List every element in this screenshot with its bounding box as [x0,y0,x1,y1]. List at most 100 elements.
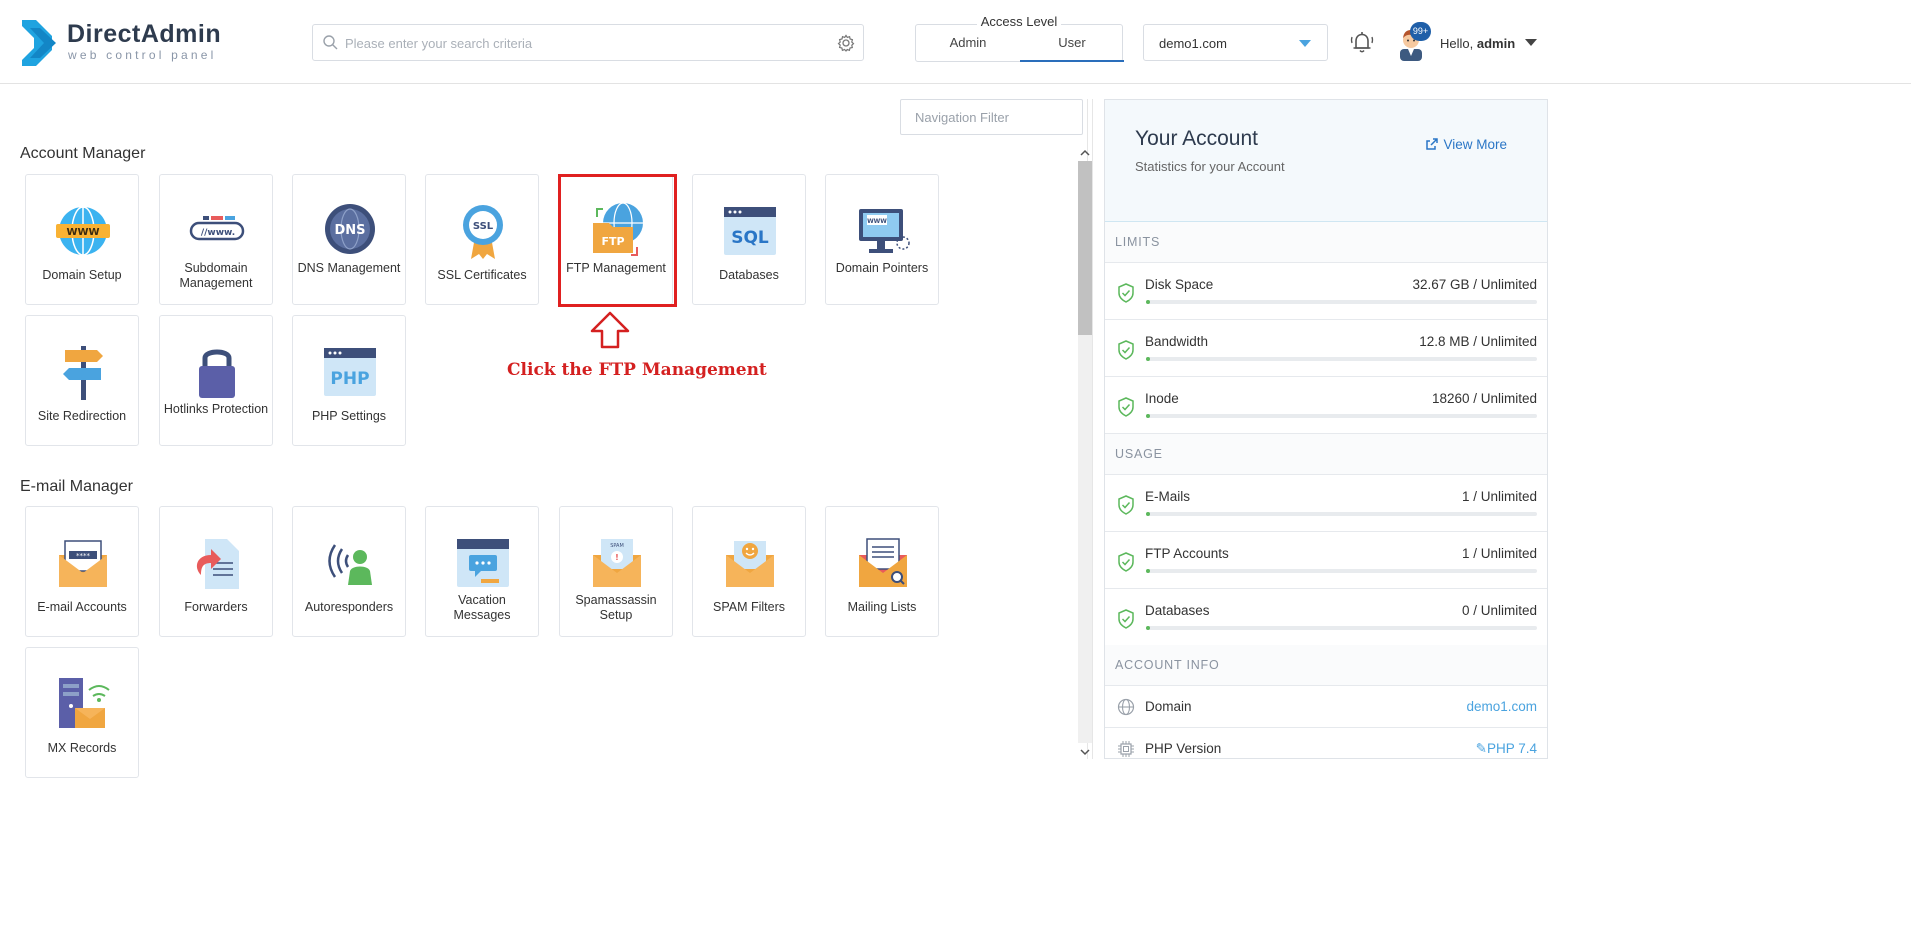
stat-name: FTP Accounts [1145,546,1229,561]
user-menu-chevron-down-icon[interactable] [1525,39,1537,46]
svg-text:SQL: SQL [731,228,769,248]
tile-label: Hotlinks Protection [163,402,269,416]
tile-label: Mailing Lists [847,600,917,614]
chevron-down-icon [1299,40,1311,47]
your-account-panel: Your Account Statistics for your Account… [1104,99,1548,759]
user-greeting[interactable]: Hello, admin [1440,36,1515,51]
account-panel-header: Your Account Statistics for your Account… [1105,100,1547,222]
search-settings-gear-icon[interactable] [837,34,855,52]
tile-label: Vacation Messages [453,593,511,622]
envelope-password-icon: **** [59,540,107,587]
scrollbar-thumb[interactable] [1078,161,1092,335]
usage-progress-fill [1146,512,1150,516]
svg-text://www.: //www. [201,228,235,238]
shield-check-icon [1118,495,1134,515]
autoresponders-tile[interactable]: Autoresponders [292,506,406,637]
username: admin [1476,36,1516,51]
spamassassin-setup-tile[interactable]: SPAM ! Spamassassin Setup [559,506,673,637]
notification-bell-icon[interactable] [1348,28,1376,56]
info-name: Domain [1145,699,1192,714]
svg-text:DNS: DNS [334,223,365,238]
brand-logo[interactable]: DirectAdmin web control panel [22,20,242,66]
info-row-domain: Domain demo1.com [1105,686,1547,728]
usage-progress-bar [1146,569,1537,573]
usage-progress-bar [1146,300,1537,304]
stat-value: 18260 / Unlimited [1431,391,1537,406]
usage-progress-bar [1146,357,1537,361]
top-header: DirectAdmin web control panel Access Lev… [0,0,1911,84]
globe-outline-icon [1117,698,1135,716]
tile-label: Domain Setup [42,268,122,282]
databases-tile[interactable]: SQL Databases [692,174,806,305]
dns-globe-icon: DNS [325,204,375,254]
stat-row-inode: Inode 18260 / Unlimited [1105,377,1547,434]
domain-dropdown-value: demo1.com [1159,36,1227,51]
account-panel-subtitle: Statistics for your Account [1135,159,1285,174]
php-settings-tile[interactable]: PHP PHP Settings [292,315,406,446]
up-arrow-annotation-icon [590,311,630,349]
stat-row-databases: Databases 0 / Unlimited [1105,589,1547,646]
shield-check-icon [1118,552,1134,572]
svg-text:PHP: PHP [330,369,369,389]
view-more-link[interactable]: View More [1425,137,1507,152]
subdomain-management-tile[interactable]: //www. Subdomain Management [159,174,273,305]
info-row-php-version: PHP Version ✎PHP 7.4 [1105,728,1547,758]
usage-progress-fill [1146,357,1150,361]
usage-progress-fill [1146,569,1150,573]
globe-www-icon: WWW [56,206,110,256]
person-signal-icon [328,544,372,585]
chat-window-icon [457,539,509,587]
email-manager-heading: E-mail Manager [20,478,133,495]
domain-setup-tile[interactable]: WWW Domain Setup [25,174,139,305]
email-accounts-tile[interactable]: **** E-mail Accounts [25,506,139,637]
tile-label: Subdomain Management [179,261,253,290]
content-scrollbar[interactable] [1076,145,1092,759]
instruction-callout: Click the FTP Management [507,360,767,380]
navigation-filter[interactable] [900,99,1083,135]
spam-filters-tile[interactable]: SPAM Filters [692,506,806,637]
access-level-admin-tab[interactable]: Admin [916,35,1020,50]
usage-progress-bar [1146,414,1537,418]
stat-name: Disk Space [1145,277,1214,292]
monitor-www-icon: WWW [859,209,910,253]
shield-check-icon [1118,397,1134,417]
navigation-filter-input[interactable] [901,100,1082,134]
dns-management-tile[interactable]: DNS DNS Management [292,174,406,305]
tile-label: Forwarders [184,600,248,614]
ssl-certificates-tile[interactable]: SSL SSL Certificates [425,174,539,305]
access-level-user-tab[interactable]: User [1020,35,1124,50]
account-manager-heading: Account Manager [20,145,146,162]
stat-row-ftp-accounts: FTP Accounts 1 / Unlimited [1105,532,1547,589]
domain-dropdown[interactable]: demo1.com [1143,24,1328,61]
sql-window-icon: SQL [724,207,776,255]
tile-label: Databases [719,268,779,282]
subdomain-url-icon: //www. [189,216,245,241]
site-redirection-tile[interactable]: Site Redirection [25,315,139,446]
search-box[interactable] [312,24,864,61]
info-value-link[interactable]: demo1.com [1466,699,1537,714]
active-tab-indicator [1020,60,1124,62]
svg-text:!: ! [615,553,619,562]
account-info-group-header: ACCOUNT INFO [1105,645,1547,686]
info-value-link[interactable]: ✎PHP 7.4 [1476,741,1537,757]
scroll-up-arrow-icon[interactable] [1080,148,1090,158]
scroll-down-arrow-icon[interactable] [1080,747,1090,757]
notification-count-badge: 99+ [1410,22,1431,41]
svg-text:SPAM: SPAM [610,543,624,549]
ssl-badge-icon: SSL [463,205,503,259]
domain-pointers-tile[interactable]: WWW Domain Pointers [825,174,939,305]
stat-name: Databases [1145,603,1210,618]
ftp-management-highlight-box [558,174,677,307]
stat-name: E-Mails [1145,489,1191,504]
usage-progress-bar [1146,512,1537,516]
tile-label: Domain Pointers [835,261,929,275]
vacation-messages-tile[interactable]: Vacation Messages [425,506,539,637]
stat-value: 1 / Unlimited [1461,546,1537,561]
stat-row-disk-space: Disk Space 32.67 GB / Unlimited [1105,263,1547,320]
mailing-lists-tile[interactable]: Mailing Lists [825,506,939,637]
search-input[interactable] [345,31,825,55]
forwarders-tile[interactable]: Forwarders [159,506,273,637]
hotlinks-protection-tile[interactable]: Hotlinks Protection [159,315,273,446]
shield-check-icon [1118,283,1134,303]
mx-records-tile[interactable]: MX Records [25,647,139,778]
